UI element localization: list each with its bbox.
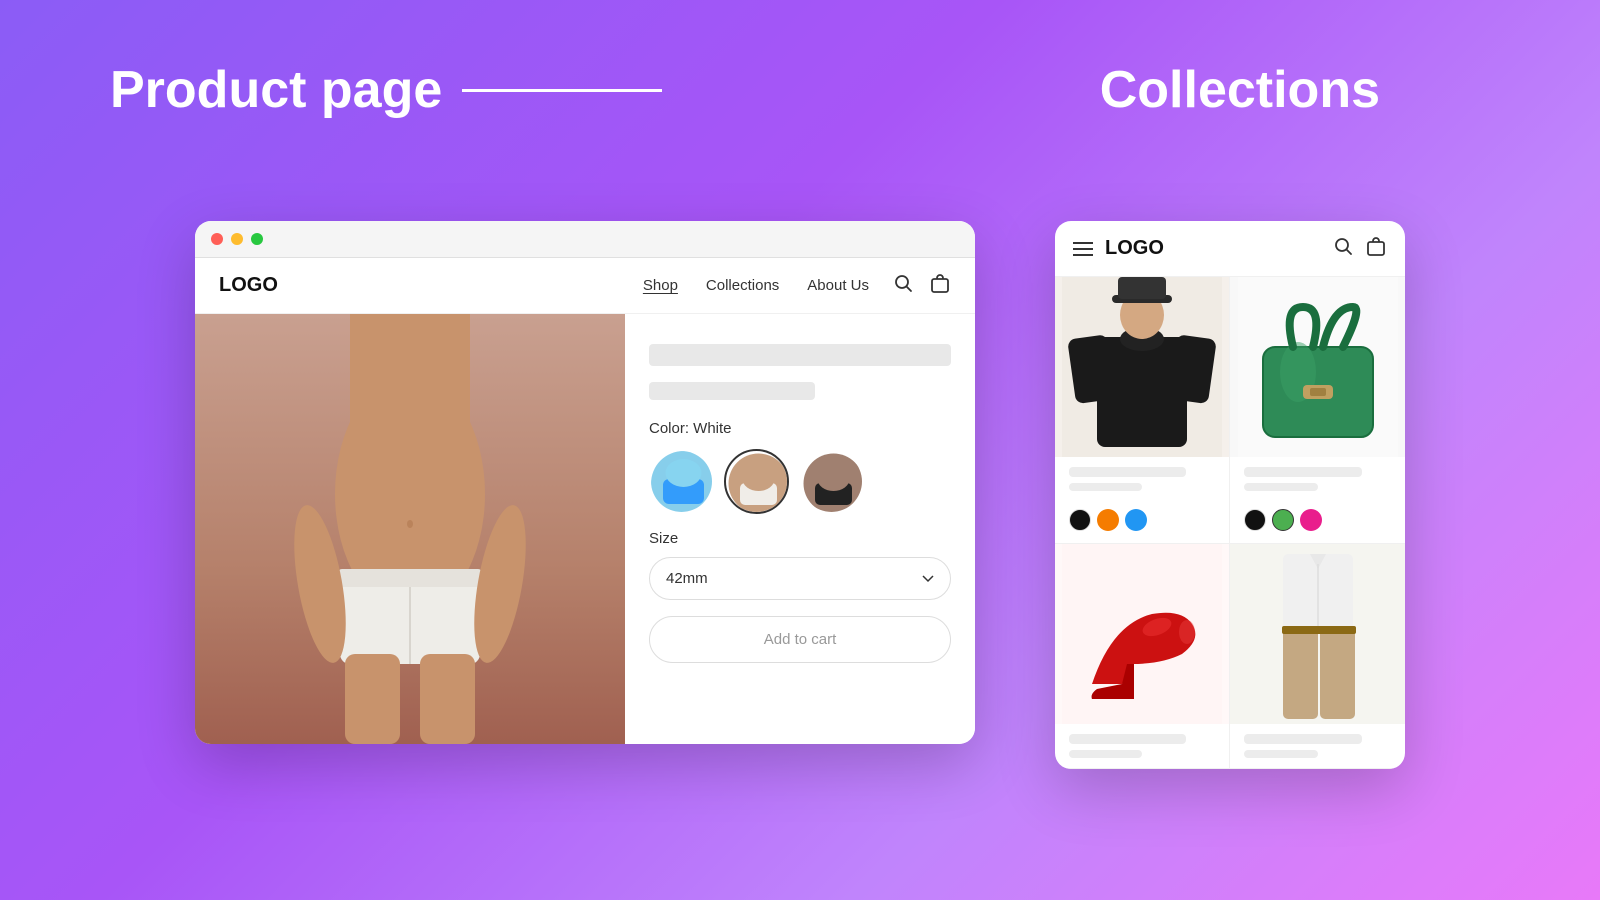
card-title-bar-heels: [1069, 734, 1186, 744]
card-price-bar-pants: [1244, 750, 1318, 758]
color-swatch-cyan[interactable]: [649, 449, 714, 514]
collections-grid: [1055, 277, 1405, 769]
window-maximize-button[interactable]: [251, 233, 263, 245]
card-image-sweater: [1055, 277, 1229, 457]
product-body: Color: White: [195, 314, 975, 744]
nav-shop[interactable]: Shop: [643, 277, 678, 294]
color-swatch-black[interactable]: [799, 449, 864, 514]
window-minimize-button[interactable]: [231, 233, 243, 245]
card-title-bar: [1069, 467, 1186, 477]
add-to-cart-button[interactable]: Add to cart: [649, 616, 951, 663]
card-image-pants: [1230, 544, 1405, 724]
product-card-heels[interactable]: [1055, 544, 1230, 769]
card-info-bag: [1230, 457, 1405, 501]
card-info-sweater: [1055, 457, 1229, 501]
nav-icons: [893, 272, 951, 299]
card-image-heels: [1055, 544, 1229, 724]
card-swatches-bag: [1230, 501, 1405, 543]
card-swatches-sweater: [1055, 501, 1229, 543]
product-details: Color: White: [625, 314, 975, 744]
card-title-bar-bag: [1244, 467, 1362, 477]
hamburger-line-1: [1073, 242, 1093, 244]
collections-text: Collections: [1100, 61, 1380, 119]
hamburger-menu-icon[interactable]: [1073, 242, 1093, 256]
card-price-bar-bag: [1244, 483, 1318, 491]
color-swatch-white[interactable]: [724, 449, 789, 514]
hamburger-line-2: [1073, 248, 1093, 250]
product-card-sweater[interactable]: [1055, 277, 1230, 544]
browser-content: LOGO Shop Collections About Us: [195, 258, 975, 744]
color-label: Color: White: [649, 420, 951, 437]
swatch-green-bag[interactable]: [1272, 509, 1294, 531]
hamburger-line-3: [1073, 254, 1093, 256]
card-image-bag: [1230, 277, 1405, 457]
main-panels: LOGO Shop Collections About Us: [195, 131, 1405, 769]
collections-search-icon[interactable]: [1333, 236, 1353, 261]
collections-nav-icons: [1333, 235, 1387, 262]
card-info-heels: [1055, 724, 1229, 768]
product-subtitle-placeholder: [649, 382, 815, 400]
product-navbar: LOGO Shop Collections About Us: [195, 258, 975, 314]
card-title-bar-pants: [1244, 734, 1362, 744]
product-title-placeholder: [649, 344, 951, 366]
nav-collections[interactable]: Collections: [706, 277, 779, 294]
product-page-browser: LOGO Shop Collections About Us: [195, 221, 975, 744]
color-swatches: [649, 449, 951, 514]
swatch-pink-bag[interactable]: [1300, 509, 1322, 531]
collections-cart-icon[interactable]: [1365, 235, 1387, 262]
product-page-label: Product page: [110, 60, 662, 120]
collections-panel: LOGO: [1055, 221, 1405, 769]
label-divider: [462, 89, 662, 92]
product-page-text: Product page: [110, 60, 442, 120]
product-photo: [195, 314, 625, 744]
size-label: Size: [649, 530, 951, 547]
collections-label: Collections: [1100, 60, 1380, 120]
product-logo: LOGO: [219, 274, 278, 297]
swatch-black[interactable]: [1069, 509, 1091, 531]
color-section: Color: White: [649, 420, 951, 514]
product-image-area: [195, 314, 625, 744]
collections-logo: LOGO: [1105, 237, 1321, 260]
swatch-blue[interactable]: [1125, 509, 1147, 531]
size-select[interactable]: 42mm 38mm 40mm 44mm: [649, 557, 951, 600]
window-close-button[interactable]: [211, 233, 223, 245]
nav-about-us[interactable]: About Us: [807, 277, 869, 294]
swatch-black-bag[interactable]: [1244, 509, 1266, 531]
card-price-bar: [1069, 483, 1142, 491]
swatch-orange[interactable]: [1097, 509, 1119, 531]
browser-titlebar: [195, 221, 975, 258]
product-nav-links: Shop Collections About Us: [643, 277, 869, 294]
cart-icon[interactable]: [929, 272, 951, 299]
collections-navbar: LOGO: [1055, 221, 1405, 277]
size-section: Size 42mm 38mm 40mm 44mm: [649, 530, 951, 600]
card-price-bar-heels: [1069, 750, 1142, 758]
product-card-bag[interactable]: [1230, 277, 1405, 544]
search-icon[interactable]: [893, 273, 913, 298]
product-card-pants[interactable]: [1230, 544, 1405, 769]
card-info-pants: [1230, 724, 1405, 768]
